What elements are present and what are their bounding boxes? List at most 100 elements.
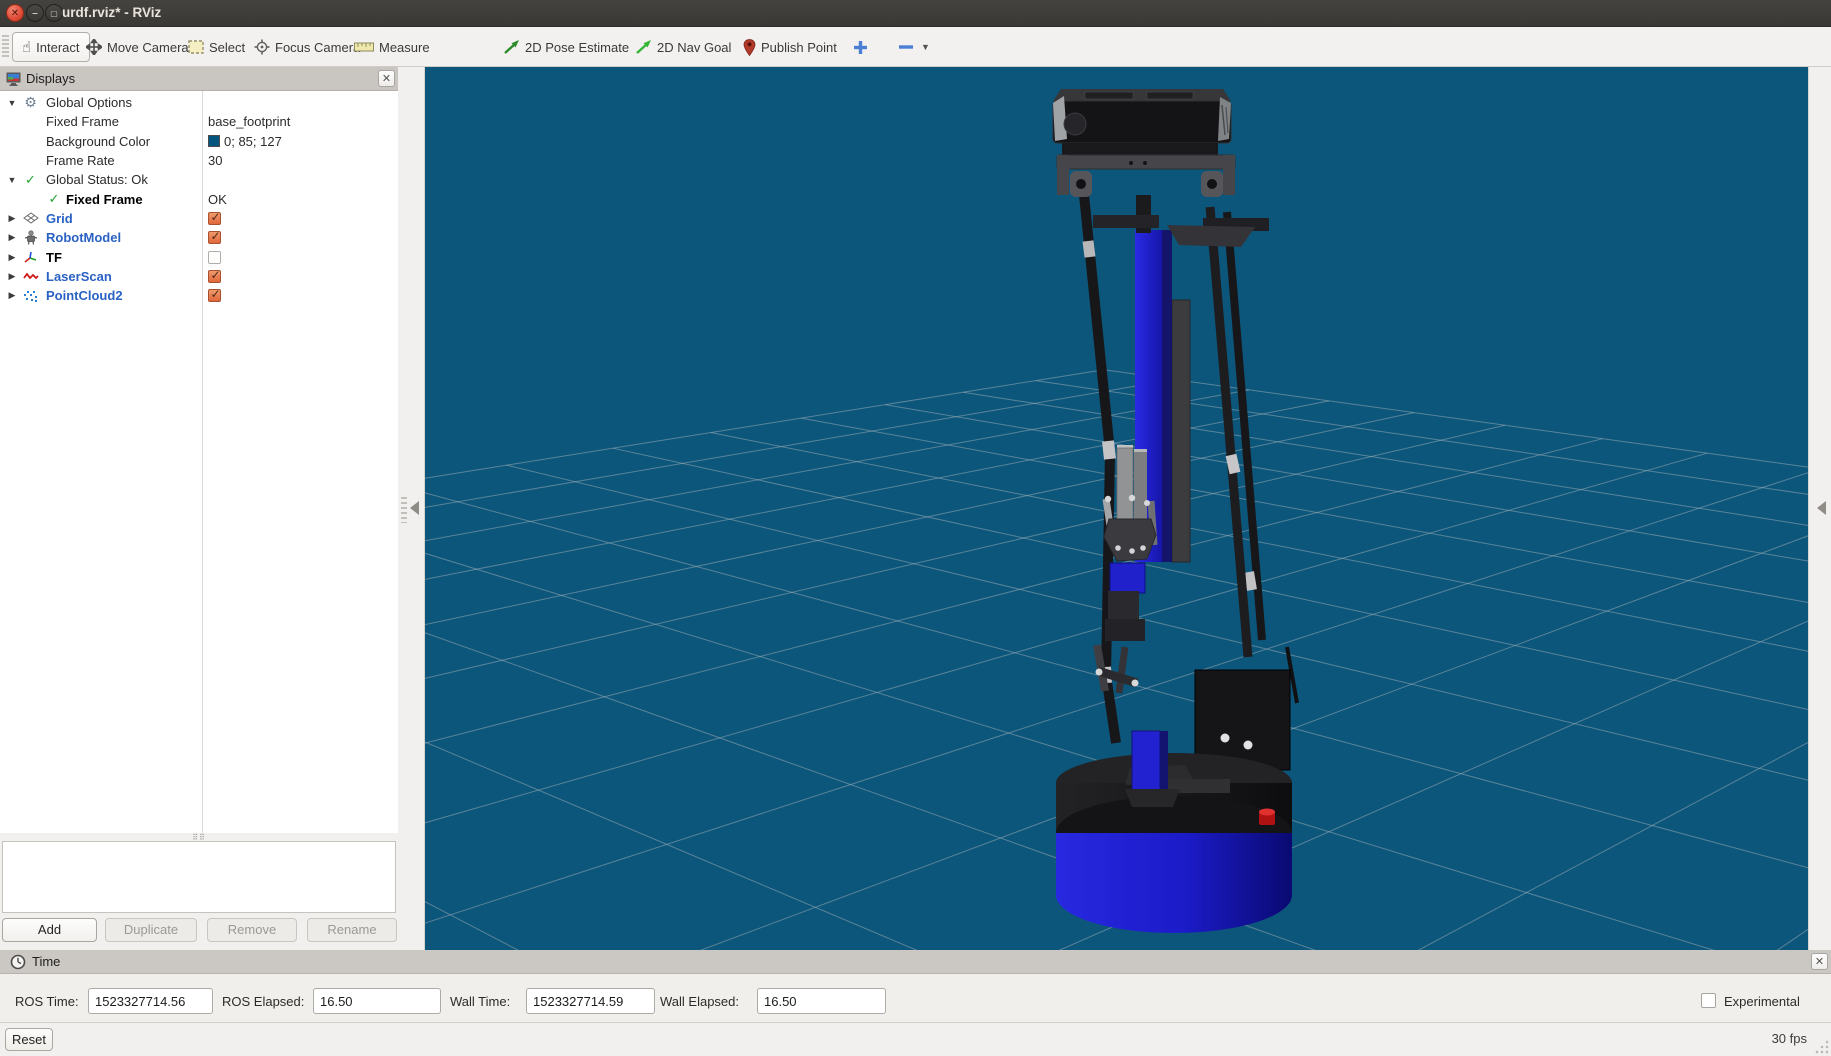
tool-select[interactable]: Select bbox=[188, 32, 245, 62]
tool-2d-nav-goal[interactable]: 2D Nav Goal bbox=[635, 32, 731, 62]
panel-splitter-handle[interactable]: ⠿⠿ bbox=[0, 833, 398, 841]
status-ok-check-icon: ✓ bbox=[46, 191, 62, 207]
tool-publish-point[interactable]: Publish Point bbox=[743, 32, 837, 62]
displays-monitor-icon bbox=[6, 72, 21, 86]
tool-move-camera[interactable]: Move Camera bbox=[86, 32, 189, 62]
tree-row-fixed-frame[interactable]: Fixed Frame base_footprint bbox=[0, 112, 398, 131]
expander-closed-icon[interactable]: ▶ bbox=[6, 271, 18, 282]
tree-row-global-options[interactable]: ▼ ⚙ Global Options bbox=[0, 93, 398, 112]
window-maximize-button[interactable]: ▢ bbox=[45, 4, 63, 22]
display-description-box bbox=[2, 841, 396, 913]
tf-checkbox[interactable] bbox=[208, 251, 221, 264]
publish-point-pin-icon bbox=[743, 39, 756, 56]
reset-button[interactable]: Reset bbox=[5, 1028, 53, 1051]
window-minimize-button[interactable]: – bbox=[26, 4, 44, 22]
clock-icon bbox=[10, 954, 26, 970]
emergency-stop-button bbox=[1259, 809, 1275, 826]
frame-rate-value[interactable]: 30 bbox=[208, 153, 222, 168]
expander-closed-icon[interactable]: ▶ bbox=[6, 290, 18, 301]
tool-focus-camera[interactable]: Focus Camera bbox=[254, 32, 360, 62]
tool-remove-button[interactable] bbox=[898, 32, 914, 62]
right-panel-splitter[interactable] bbox=[1808, 67, 1831, 950]
tree-row-tf[interactable]: ▶ TF bbox=[0, 247, 398, 266]
time-panel-header[interactable]: Time ✕ bbox=[0, 950, 1831, 974]
measure-ruler-icon bbox=[354, 42, 374, 52]
plus-icon bbox=[853, 40, 868, 55]
tree-row-background-color[interactable]: Background Color 0; 85; 127 bbox=[0, 132, 398, 151]
window-title: urdf.rviz* - RViz bbox=[62, 5, 161, 20]
collapse-left-panel-icon[interactable] bbox=[410, 501, 419, 515]
status-ok-check-icon: ✓ bbox=[22, 172, 39, 188]
render-viewport-3d[interactable] bbox=[425, 67, 1808, 950]
tool-2d-pose-estimate[interactable]: 2D Pose Estimate bbox=[503, 32, 629, 62]
remove-display-button[interactable]: Remove bbox=[207, 918, 297, 942]
tool-measure[interactable]: Measure bbox=[354, 32, 430, 62]
displays-panel: Displays ✕ ▼ ⚙ Global Options Fixed Fram… bbox=[0, 67, 398, 950]
fps-counter: 30 fps bbox=[1772, 1031, 1807, 1046]
robot-spine-rail bbox=[1172, 300, 1190, 562]
experimental-label: Experimental bbox=[1724, 994, 1800, 1009]
toolbar-overflow-chevron[interactable]: ▼ bbox=[921, 32, 930, 62]
interact-hand-icon: ☝ bbox=[22, 40, 31, 55]
wall-elapsed-input[interactable] bbox=[757, 988, 886, 1014]
toolbar: ☝ Interact Move Camera Select Focus Cam bbox=[0, 27, 1831, 67]
ros-elapsed-input[interactable] bbox=[313, 988, 441, 1014]
robotmodel-checkbox[interactable] bbox=[208, 231, 221, 244]
ros-elapsed-label: ROS Elapsed: bbox=[222, 994, 304, 1009]
displays-tree: ▼ ⚙ Global Options Fixed Frame base_foot… bbox=[0, 91, 398, 833]
expander-open-icon[interactable]: ▼ bbox=[6, 175, 18, 185]
time-panel: Time ✕ ROS Time: ROS Elapsed: Wall Time:… bbox=[0, 950, 1831, 1022]
fixed-frame-value[interactable]: base_footprint bbox=[208, 114, 290, 129]
expander-closed-icon[interactable]: ▶ bbox=[6, 213, 18, 224]
tree-row-laserscan[interactable]: ▶ LaserScan bbox=[0, 267, 398, 286]
displays-panel-title: Displays bbox=[26, 71, 75, 86]
add-display-button[interactable]: Add bbox=[2, 918, 97, 942]
window-resize-grip[interactable] bbox=[1815, 1040, 1829, 1054]
displays-close-icon[interactable]: ✕ bbox=[378, 70, 395, 87]
displays-panel-header[interactable]: Displays ✕ bbox=[0, 67, 398, 91]
laserscan-checkbox[interactable] bbox=[208, 270, 221, 283]
color-swatch bbox=[208, 135, 220, 147]
time-panel-title: Time bbox=[32, 954, 60, 969]
tree-row-grid[interactable]: ▶ Grid bbox=[0, 209, 398, 228]
robot-model-icon bbox=[22, 230, 39, 246]
tool-add-button[interactable] bbox=[853, 32, 868, 62]
pointcloud-icon bbox=[22, 288, 39, 304]
move-camera-icon bbox=[86, 39, 102, 55]
experimental-checkbox[interactable] bbox=[1701, 993, 1716, 1008]
tf-axes-icon bbox=[22, 249, 39, 265]
pointcloud2-checkbox[interactable] bbox=[208, 289, 221, 302]
gear-icon: ⚙ bbox=[22, 95, 39, 111]
tree-row-frame-rate[interactable]: Frame Rate 30 bbox=[0, 151, 398, 170]
tree-row-robotmodel[interactable]: ▶ RobotModel bbox=[0, 228, 398, 247]
tool-interact[interactable]: ☝ Interact bbox=[12, 32, 90, 62]
duplicate-display-button[interactable]: Duplicate bbox=[105, 918, 197, 942]
grid-display-icon bbox=[22, 210, 39, 226]
wall-time-input[interactable] bbox=[526, 988, 655, 1014]
expander-closed-icon[interactable]: ▶ bbox=[6, 252, 18, 263]
window-close-button[interactable]: ✕ bbox=[6, 4, 24, 22]
tree-row-pointcloud2[interactable]: ▶ PointCloud2 bbox=[0, 286, 398, 305]
tree-row-fixed-frame-status[interactable]: ✓ Fixed Frame OK bbox=[0, 189, 398, 208]
fixed-frame-status-value: OK bbox=[208, 192, 227, 207]
title-bar: ✕ – ▢ urdf.rviz* - RViz bbox=[0, 0, 1831, 27]
wall-elapsed-label: Wall Elapsed: bbox=[660, 994, 739, 1009]
grid-checkbox[interactable] bbox=[208, 212, 221, 225]
ros-time-input[interactable] bbox=[88, 988, 213, 1014]
pose-estimate-arrow-icon bbox=[503, 39, 520, 55]
time-panel-close-icon[interactable]: ✕ bbox=[1811, 953, 1828, 970]
ros-time-label: ROS Time: bbox=[15, 994, 79, 1009]
rename-display-button[interactable]: Rename bbox=[307, 918, 397, 942]
expander-open-icon[interactable]: ▼ bbox=[6, 98, 18, 108]
left-panel-splitter[interactable] bbox=[398, 67, 425, 950]
background-color-value[interactable]: 0; 85; 127 bbox=[208, 134, 282, 149]
toolbar-drag-handle[interactable] bbox=[2, 35, 9, 59]
splitter-grip-dots bbox=[401, 497, 407, 523]
tree-row-global-status[interactable]: ▼ ✓ Global Status: Ok bbox=[0, 170, 398, 189]
status-bar: Reset 30 fps bbox=[0, 1022, 1831, 1056]
collapse-right-panel-icon[interactable] bbox=[1817, 501, 1826, 515]
wall-time-label: Wall Time: bbox=[450, 994, 510, 1009]
select-icon bbox=[188, 40, 204, 54]
minus-icon bbox=[898, 44, 914, 50]
expander-closed-icon[interactable]: ▶ bbox=[6, 232, 18, 243]
